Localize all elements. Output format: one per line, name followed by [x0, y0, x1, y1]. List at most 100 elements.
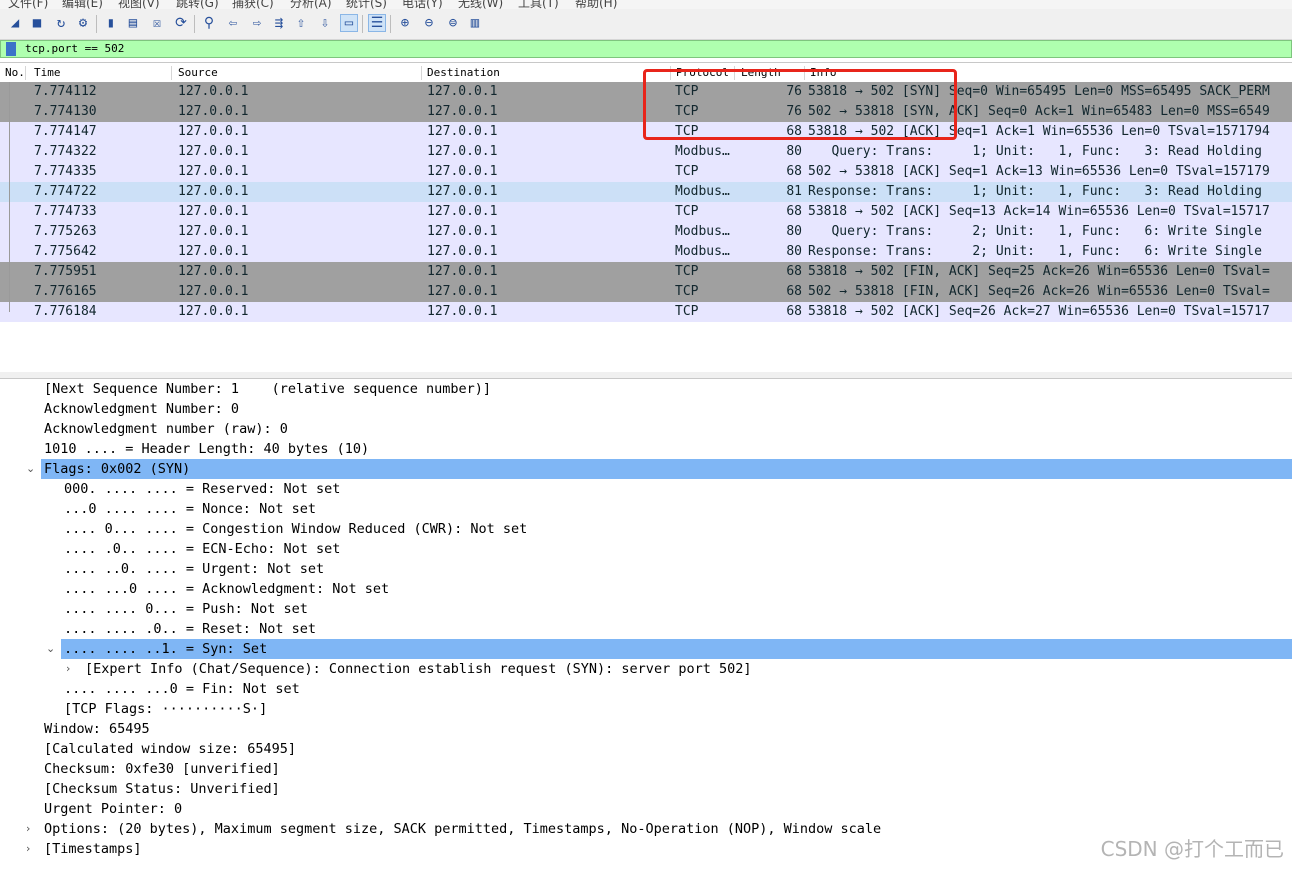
detail-tree-item[interactable]: 1010 .... = Header Length: 40 bytes (10) — [44, 439, 369, 459]
column-header-time[interactable]: Time — [34, 66, 172, 80]
colorize-icon[interactable]: ☰ — [368, 14, 386, 32]
collapse-arrow-icon[interactable]: ⌄ — [26, 459, 35, 479]
zoom-out-icon[interactable]: ⊖ — [420, 14, 438, 32]
collapse-arrow-icon[interactable]: ⌄ — [46, 639, 55, 659]
cell-dst: 127.0.0.1 — [427, 264, 498, 279]
detail-tree-item[interactable]: Acknowledgment Number: 0 — [44, 399, 239, 419]
cell-dst: 127.0.0.1 — [427, 224, 498, 239]
toolbar-separator — [194, 15, 195, 33]
detail-tree-item[interactable]: [Timestamps] — [44, 839, 142, 859]
options-gear-icon[interactable]: ⚙ — [74, 14, 92, 32]
detail-tree-item[interactable]: [Calculated window size: 65495] — [44, 739, 296, 759]
goto-packet-icon[interactable]: ⇶ — [270, 14, 288, 32]
menu-item-10[interactable]: 帮助(H) — [575, 0, 617, 9]
zoom-in-icon[interactable]: ⊕ — [396, 14, 414, 32]
column-header-destination[interactable]: Destination — [427, 66, 671, 80]
detail-tree-item[interactable]: Checksum: 0xfe30 [unverified] — [44, 759, 280, 779]
menu-item-8[interactable]: 无线(W) — [458, 0, 503, 9]
resize-columns-icon[interactable]: ▥ — [466, 14, 484, 32]
detail-tree-item[interactable]: Window: 65495 — [44, 719, 150, 739]
main-toolbar: ◢ ■ ↻ ⚙ ▮ ▤ ☒ ⟳ ⚲ ⇦ ⇨ ⇶ ⇧ ⇩ ▭ ☰ ⊕ ⊖ ⊜ ▥ — [0, 9, 1292, 40]
menu-item-0[interactable]: 文件(F) — [8, 0, 48, 9]
cell-src: 127.0.0.1 — [178, 84, 249, 99]
packet-row[interactable]: 7.774733 127.0.0.1 127.0.0.1 TCP 68 53818 → 5… — [0, 202, 1292, 222]
detail-tree-item[interactable]: [Next Sequence Number: 1 (relative seque… — [44, 379, 491, 399]
packet-row[interactable]: 7.776165 127.0.0.1 127.0.0.1 TCP 68 502 → 538… — [0, 282, 1292, 302]
menu-item-2[interactable]: 视图(V) — [118, 0, 160, 9]
conversation-tree-line — [9, 102, 10, 122]
packet-row[interactable]: 7.775951 127.0.0.1 127.0.0.1 TCP 68 53818 → 5… — [0, 262, 1292, 282]
cell-dst: 127.0.0.1 — [427, 144, 498, 159]
save-file-icon[interactable]: ▤ — [124, 14, 142, 32]
menu-item-1[interactable]: 编辑(E) — [62, 0, 103, 9]
display-filter-input[interactable]: tcp.port == 502 — [25, 42, 124, 55]
detail-tree-item[interactable]: [Expert Info (Chat/Sequence): Connection… — [85, 659, 751, 679]
detail-tree-item[interactable]: [TCP Flags: ··········S·] — [64, 699, 267, 719]
cell-len: 68 — [786, 164, 802, 179]
shark-fin-start-icon[interactable]: ◢ — [6, 14, 24, 32]
forward-arrow-icon[interactable]: ⇨ — [248, 14, 266, 32]
packet-row[interactable]: 7.775642 127.0.0.1 127.0.0.1 Modbus… 80 Respo… — [0, 242, 1292, 262]
detail-tree-item[interactable]: .... 0... .... = Congestion Window Reduc… — [64, 519, 527, 539]
cell-src: 127.0.0.1 — [178, 204, 249, 219]
packet-row[interactable]: 7.774335 127.0.0.1 127.0.0.1 TCP 68 502 → 538… — [0, 162, 1292, 182]
packet-row[interactable]: 7.774322 127.0.0.1 127.0.0.1 Modbus… 80 Quer… — [0, 142, 1292, 162]
detail-tree-item[interactable]: .... .... .0.. = Reset: Not set — [64, 619, 316, 639]
packet-row[interactable]: 7.775263 127.0.0.1 127.0.0.1 Modbus… 80 Quer… — [0, 222, 1292, 242]
cell-dst: 127.0.0.1 — [427, 104, 498, 119]
first-packet-icon[interactable]: ⇧ — [292, 14, 310, 32]
menu-item-5[interactable]: 分析(A) — [290, 0, 332, 9]
menu-item-7[interactable]: 电话(Y) — [402, 0, 443, 9]
pane-splitter[interactable] — [0, 372, 1292, 379]
back-arrow-icon[interactable]: ⇦ — [224, 14, 242, 32]
detail-tree-item[interactable]: Flags: 0x002 (SYN) — [41, 459, 1292, 479]
packet-row[interactable]: 7.774722 127.0.0.1 127.0.0.1 Modbus… 81 Respo… — [0, 182, 1292, 202]
detail-tree-item[interactable]: 000. .... .... = Reserved: Not set — [64, 479, 340, 499]
detail-tree-item[interactable]: Acknowledgment number (raw): 0 — [44, 419, 288, 439]
detail-tree-item[interactable]: Options: (20 bytes), Maximum segment siz… — [44, 819, 881, 839]
cell-len: 80 — [786, 224, 802, 239]
expand-arrow-icon[interactable]: › — [26, 819, 30, 839]
cell-time: 7.774147 — [34, 124, 97, 139]
annotation-highlight-box — [643, 69, 957, 140]
reload-icon[interactable]: ⟳ — [172, 14, 190, 32]
cell-len: 80 — [786, 144, 802, 159]
detail-tree-item[interactable]: .... .... 0... = Push: Not set — [64, 599, 308, 619]
column-header-no[interactable]: No. — [5, 66, 26, 80]
expand-arrow-icon[interactable]: › — [66, 659, 70, 679]
toolbar-separator — [362, 15, 363, 33]
detail-tree-item[interactable]: .... ...0 .... = Acknowledgment: Not set — [64, 579, 389, 599]
last-packet-icon[interactable]: ⇩ — [316, 14, 334, 32]
packet-row[interactable]: 7.776184 127.0.0.1 127.0.0.1 TCP 68 53818 → 5… — [0, 302, 1292, 322]
menu-item-6[interactable]: 统计(S) — [346, 0, 387, 9]
conversation-tree-line — [9, 162, 10, 182]
cell-info: Response: Trans: 2; Unit: 1, Func: 6: Wr… — [808, 244, 1262, 259]
menu-item-3[interactable]: 跳转(G) — [176, 0, 219, 9]
cell-src: 127.0.0.1 — [178, 144, 249, 159]
cell-len: 68 — [786, 264, 802, 279]
detail-tree-item[interactable]: .... .... ..1. = Syn: Set — [61, 639, 1292, 659]
restart-icon[interactable]: ↻ — [52, 14, 70, 32]
open-file-icon[interactable]: ▮ — [102, 14, 120, 32]
menu-item-4[interactable]: 捕获(C) — [232, 0, 274, 9]
detail-tree-item[interactable]: Urgent Pointer: 0 — [44, 799, 182, 819]
detail-tree-item[interactable]: .... .... ...0 = Fin: Not set — [64, 679, 300, 699]
display-filter-bar[interactable]: tcp.port == 502 — [0, 40, 1292, 58]
cell-proto: TCP — [675, 164, 699, 179]
autoscroll-icon[interactable]: ▭ — [340, 14, 358, 32]
detail-tree-item[interactable]: .... .0.. .... = ECN-Echo: Not set — [64, 539, 340, 559]
cell-dst: 127.0.0.1 — [427, 204, 498, 219]
expand-arrow-icon[interactable]: › — [26, 839, 30, 859]
zoom-reset-icon[interactable]: ⊜ — [444, 14, 462, 32]
stop-icon[interactable]: ■ — [28, 14, 46, 32]
find-icon[interactable]: ⚲ — [200, 14, 218, 32]
detail-tree-item[interactable]: .... ..0. .... = Urgent: Not set — [64, 559, 324, 579]
detail-tree-item[interactable]: [Checksum Status: Unverified] — [44, 779, 280, 799]
cell-time: 7.774722 — [34, 184, 97, 199]
column-header-source[interactable]: Source — [178, 66, 422, 80]
detail-tree-item[interactable]: ...0 .... .... = Nonce: Not set — [64, 499, 316, 519]
bookmark-icon[interactable] — [6, 42, 16, 56]
menu-item-9[interactable]: 工具(T) — [518, 0, 559, 9]
cell-src: 127.0.0.1 — [178, 104, 249, 119]
close-file-icon[interactable]: ☒ — [148, 14, 166, 32]
